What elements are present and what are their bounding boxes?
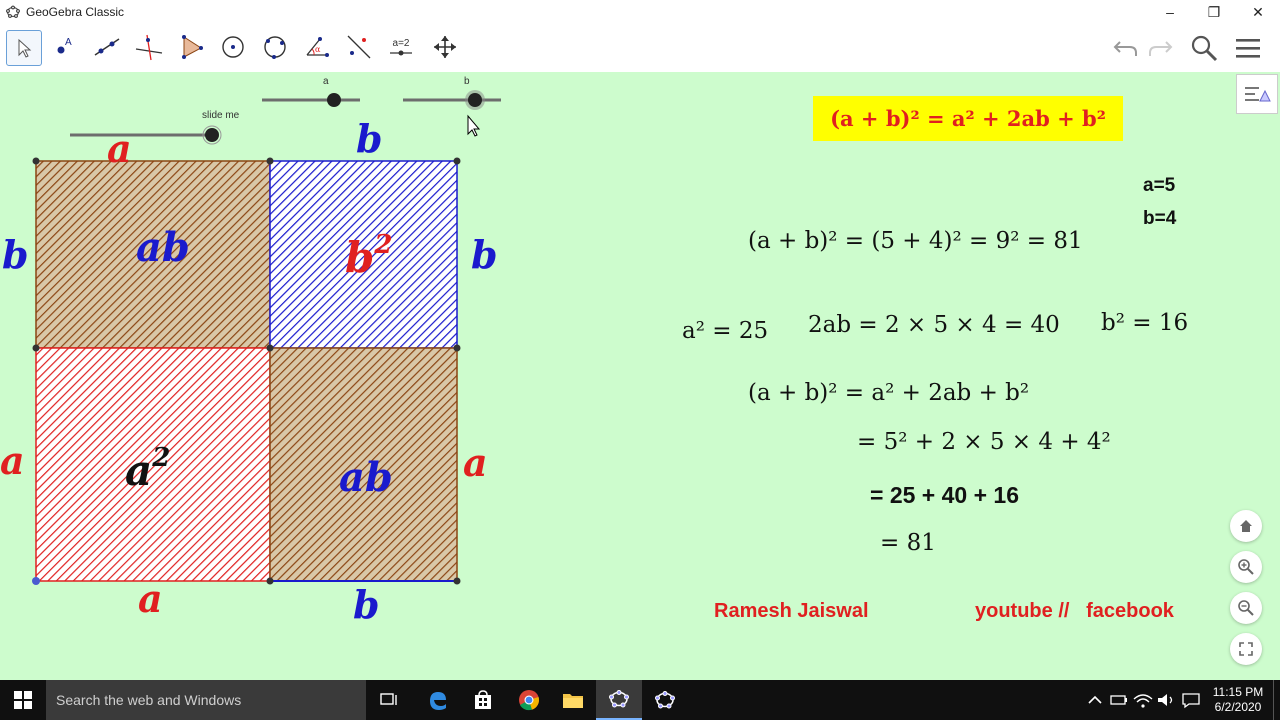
vertex-point[interactable]: [266, 344, 274, 352]
identity-formula-box: (a + b)² = a² + 2ab + b²: [813, 96, 1123, 141]
a-squared-equation: a² = 25: [682, 318, 769, 344]
substitution-equation: = 5² + 2 × 5 × 4 + 4²: [857, 429, 1111, 455]
taskbar-geogebra-1[interactable]: [596, 680, 642, 720]
taskbar-search-placeholder: Search the web and Windows: [56, 692, 242, 708]
redo-icon[interactable]: [1146, 36, 1174, 60]
menu-icon[interactable]: [1234, 36, 1262, 60]
expansion-equation: (a + b)² = a² + 2ab + b²: [748, 380, 1030, 406]
geogebra-icon: [655, 691, 675, 709]
zoom-out-button[interactable]: [1230, 592, 1262, 624]
action-center-icon[interactable]: [1179, 690, 1203, 710]
zoom-out-icon: [1238, 600, 1254, 616]
volume-icon[interactable]: [1155, 690, 1179, 710]
taskbar-store[interactable]: [460, 680, 506, 720]
taskbar-search-box[interactable]: Search the web and Windows: [46, 680, 366, 720]
top-a-label: a: [107, 126, 132, 171]
fullscreen-button[interactable]: [1230, 633, 1262, 665]
clock-time: 11:15 PM: [1212, 685, 1264, 699]
show-desktop-button[interactable]: [1273, 680, 1280, 720]
geogebra-icon: [609, 690, 629, 708]
taskbar-geogebra-2[interactable]: [642, 680, 688, 720]
right-a-label: a: [463, 440, 488, 485]
style-bar-icon: [1245, 87, 1271, 102]
taskbar: Search the web and Windows 11:15 PM 6/2/…: [0, 680, 1280, 720]
edge-browser-icon: [430, 692, 446, 710]
store-icon: [475, 690, 491, 709]
equation-line-1: (a + b)² = (5 + 4)² = 9² = 81: [748, 228, 1083, 254]
b-squared-equation: b² = 16: [1101, 310, 1189, 336]
style-bar-toggle-button[interactable]: [1236, 74, 1278, 114]
b-value-text: b=4: [1143, 208, 1177, 229]
fullscreen-icon: [1239, 642, 1253, 656]
home-icon: [1240, 520, 1252, 532]
task-view-button[interactable]: [366, 680, 412, 720]
a-value-text: a=5: [1143, 175, 1176, 196]
bottom-b-label: b: [353, 582, 380, 627]
chevron-up-icon[interactable]: [1083, 690, 1107, 710]
zoom-in-icon: [1238, 559, 1254, 575]
ab-bottom-label: ab: [339, 454, 393, 501]
battery-icon[interactable]: [1107, 690, 1131, 710]
top-b-label: b: [356, 116, 383, 161]
undo-icon[interactable]: [1112, 36, 1140, 60]
right-b-label: b: [471, 232, 498, 277]
taskbar-file-explorer[interactable]: [550, 680, 596, 720]
ab-top-label: ab: [136, 224, 190, 271]
taskbar-edge[interactable]: [414, 680, 460, 720]
chrome-icon: [519, 690, 539, 711]
sum-equation: = 25 + 40 + 16: [870, 482, 1019, 508]
zoom-in-button[interactable]: [1230, 551, 1262, 583]
start-button[interactable]: [0, 680, 46, 720]
vertex-point[interactable]: [453, 344, 461, 352]
b-squared-label: b2: [345, 230, 393, 282]
left-a-label: a: [0, 438, 25, 483]
taskbar-clock[interactable]: 11:15 PM 6/2/2020: [1203, 685, 1273, 715]
task-view-icon: [380, 693, 397, 705]
search-icon[interactable]: [1189, 34, 1219, 62]
vertex-point[interactable]: [453, 157, 461, 165]
clock-date: 6/2/2020: [1214, 700, 1262, 714]
minimize-button[interactable]: –: [1148, 0, 1192, 24]
windows-logo-icon: [14, 691, 32, 709]
vertex-point[interactable]: [32, 157, 40, 165]
wifi-icon[interactable]: [1131, 690, 1155, 710]
vertex-point[interactable]: [32, 344, 40, 352]
square-diagram: [32, 157, 461, 585]
a-squared-label: a2: [125, 443, 171, 495]
author-credit: Ramesh Jaiswal: [714, 600, 869, 622]
vertex-point[interactable]: [266, 157, 274, 165]
two-ab-equation: 2ab = 2 × 5 × 4 = 40: [808, 312, 1060, 338]
vertex-point[interactable]: [32, 577, 40, 585]
left-b-label: b: [2, 232, 29, 277]
identity-formula: (a + b)² = a² + 2ab + b²: [830, 106, 1106, 131]
system-tray: 11:15 PM 6/2/2020: [1083, 680, 1280, 720]
taskbar-chrome[interactable]: [506, 680, 552, 720]
vertex-point[interactable]: [453, 577, 461, 585]
vertex-point[interactable]: [266, 577, 274, 585]
channel-credit: youtube // facebook: [975, 600, 1174, 622]
restore-button[interactable]: ❐: [1192, 0, 1236, 24]
bottom-a-label: a: [138, 576, 163, 621]
result-equation: = 81: [880, 530, 936, 556]
home-button[interactable]: [1230, 510, 1262, 542]
folder-icon: [563, 694, 583, 708]
close-button[interactable]: ✕: [1236, 0, 1280, 24]
